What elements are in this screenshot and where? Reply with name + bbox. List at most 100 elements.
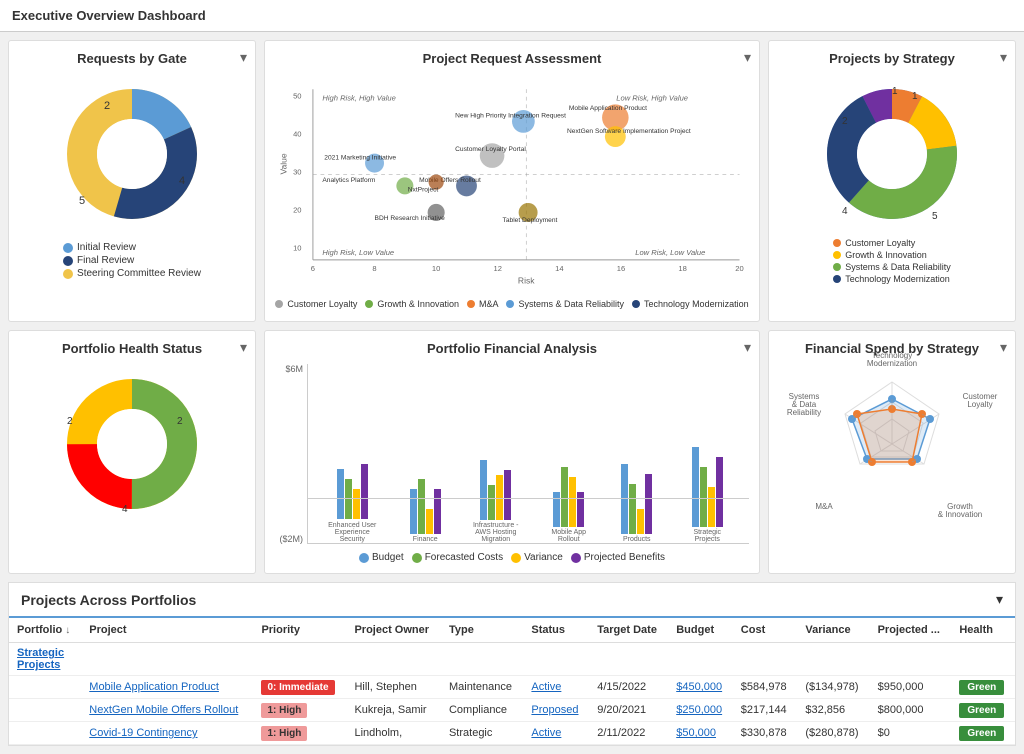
bar-variance-2 [426,509,433,534]
svg-text:BDH Research Initiative: BDH Research Initiative [375,215,446,222]
row2-projected: $800,000 [870,699,952,722]
col-priority[interactable]: Priority [253,618,346,643]
bar-group-3: Infrastructure - AWS Hosting Migration [471,385,521,543]
svg-text:& Innovation: & Innovation [938,510,982,519]
svg-text:Loyalty: Loyalty [967,400,992,409]
col-budget[interactable]: Budget [668,618,733,643]
svg-text:2: 2 [177,416,183,427]
bottom-menu[interactable]: ▾ [996,591,1003,608]
col-portfolio[interactable]: Portfolio ↓ [9,618,81,643]
financial-legend: Budget Forecasted Costs Variance Project… [275,552,749,563]
svg-text:High Risk, Low Value: High Risk, Low Value [322,248,394,257]
financial-spend-menu[interactable]: ▾ [1000,339,1007,356]
svg-text:1: 1 [892,86,898,97]
portfolio-health-menu[interactable]: ▾ [240,339,247,356]
bar-group-5: Products [617,399,657,543]
svg-text:20: 20 [293,205,301,214]
row3-project: Covid-19 Contingency [81,722,253,745]
row3-date: 2/11/2022 [589,722,668,745]
bar-variance-5 [637,509,644,534]
row3-type: Strategic [441,722,523,745]
health-donut-svg: 2 2 4 [52,364,212,524]
col-owner[interactable]: Project Owner [346,618,441,643]
row2-type: Compliance [441,699,523,722]
svg-text:M&A: M&A [815,502,833,511]
bar-label-6: Strategic Projects [682,529,732,543]
svg-text:6: 6 [311,264,315,273]
table-header-row: Portfolio ↓ Project Priority Project Own… [9,618,1015,643]
table-row: Covid-19 Contingency 1: High Lindholm, S… [9,722,1015,745]
svg-text:Mobile Offers Rollout: Mobile Offers Rollout [419,177,481,184]
svg-text:Value: Value [278,153,288,174]
svg-text:4: 4 [122,504,128,515]
bar-forecast-4 [561,467,568,527]
svg-text:Modernization: Modernization [867,359,917,368]
row1-owner: Hill, Stephen [346,676,441,699]
bar-forecast-6 [700,467,707,527]
row3-health: Green [951,722,1015,745]
col-target-date[interactable]: Target Date [589,618,668,643]
bar-variance-4 [569,477,576,527]
row3-cost: $330,878 [733,722,798,745]
requests-by-gate-menu[interactable]: ▾ [240,49,247,66]
row1-cost: $584,978 [733,676,798,699]
row2-cost: $217,144 [733,699,798,722]
svg-text:Tablet Deployment: Tablet Deployment [503,217,558,224]
scatter-svg: Value 50 40 30 20 10 6 8 10 12 14 16 18 … [275,74,749,294]
svg-text:Analytics Platform: Analytics Platform [322,177,375,184]
legend-strat-cust: Customer Loyalty [833,238,951,248]
col-variance[interactable]: Variance [797,618,869,643]
bar-projected-4 [577,492,584,527]
bar-forecast-3 [488,485,495,520]
svg-text:16: 16 [617,264,625,273]
col-type[interactable]: Type [441,618,523,643]
zero-line [308,498,749,499]
col-project[interactable]: Project [81,618,253,643]
row1-date: 4/15/2022 [589,676,668,699]
radar-chart: Technology Modernization Customer Loyalt… [779,364,1005,524]
portfolio-financial-menu[interactable]: ▾ [744,339,751,356]
legend-budget: Budget [359,552,404,563]
bar-label-2: Finance [405,536,445,543]
bar-projected-1 [361,464,368,519]
svg-text:2: 2 [67,416,73,427]
portfolio-health-title: Portfolio Health Status [19,341,245,356]
bottom-header: Projects Across Portfolios ▾ [9,583,1015,618]
row1-project: Mobile Application Product [81,676,253,699]
svg-text:Customer Loyalty Portal: Customer Loyalty Portal [455,146,526,153]
project-request-assessment-menu[interactable]: ▾ [744,49,751,66]
portfolio-strategic-link[interactable]: StrategicProjects [17,647,64,671]
bar-group-5-bars [621,399,652,534]
bar-variance-1 [353,489,360,519]
requests-by-gate-card: Requests by Gate ▾ 2 4 5 [8,40,256,322]
row3-portfolio [9,722,81,745]
bar-group-1: Enhanced User Experience Security [325,384,380,543]
bar-variance-6 [708,487,715,527]
bar-projected-2 [434,489,441,534]
legend-steering: Steering Committee Review [63,268,201,279]
scatter-legend: Customer Loyalty Growth & Innovation M&A… [275,299,749,311]
sort-portfolio[interactable]: ↓ [65,625,70,636]
svg-text:40: 40 [293,130,301,139]
col-projected[interactable]: Projected ... [870,618,952,643]
legend-systems-data: Systems & Data Reliability [506,299,624,309]
col-health[interactable]: Health [951,618,1015,643]
row1-health: Green [951,676,1015,699]
requests-legend: Initial Review Final Review Steering Com… [63,242,201,281]
bar-group-2-bars [410,399,441,534]
row3-projected: $0 [870,722,952,745]
row1-priority: 0: Immediate [253,676,346,699]
col-status[interactable]: Status [523,618,589,643]
col-cost[interactable]: Cost [733,618,798,643]
bar-group-2: Finance [405,399,445,543]
svg-text:4: 4 [842,206,848,217]
portfolio-financial-title: Portfolio Financial Analysis [275,341,749,356]
svg-text:20: 20 [735,264,743,273]
bar-group-4-bars [553,392,584,527]
bar-group-6-bars [692,392,723,527]
row3-owner: Lindholm, [346,722,441,745]
legend-variance: Variance [511,552,563,563]
row2-portfolio [9,699,81,722]
svg-text:NextGen Software Implementatio: NextGen Software Implementation Project [567,128,691,135]
projects-by-strategy-menu[interactable]: ▾ [1000,49,1007,66]
